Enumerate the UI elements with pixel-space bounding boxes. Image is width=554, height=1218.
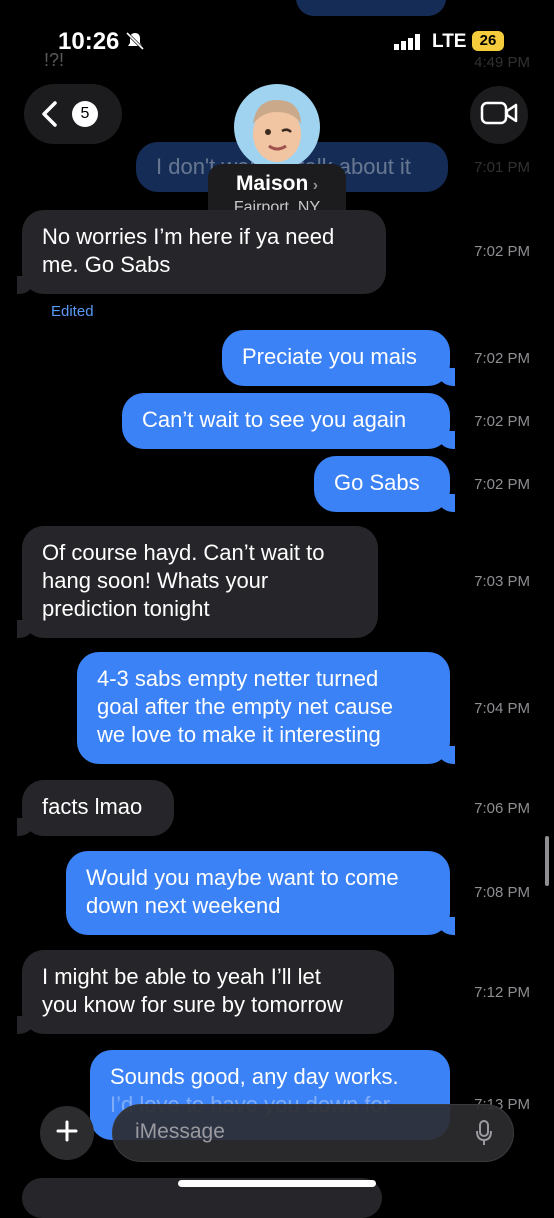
message-line: you know for sure by tomorrow [42,992,343,1017]
message-line: me. Go Sabs [42,252,171,277]
video-call-button[interactable] [470,86,528,144]
message-line: Preciate you mais [242,344,417,369]
contact-name: Maison › [208,172,346,196]
message-line: 4-3 sabs empty netter turned [97,666,379,691]
contact-name-label: Maison [235,172,309,195]
battery-level: 26 [479,32,497,49]
plus-icon [55,1119,79,1148]
message-line: goal after the empty net cause [97,694,393,719]
prior-message-time: 4:49 PM [474,54,530,71]
message-line: No worries I’m here if ya need [42,224,335,249]
unread-count-badge: 5 [72,101,98,127]
unread-count: 5 [80,105,90,122]
message-line: Would you maybe want to come [86,865,399,890]
message-bubble-incoming[interactable]: I might be able to yeah I’ll let you kno… [17,950,394,1034]
faded-outgoing-time: 7:01 PM [474,159,530,176]
message-line: I might be able to yeah I’ll let [42,964,321,989]
bell-slash-icon [124,30,146,57]
message-bubble-outgoing[interactable]: Would you maybe want to come down next w… [66,851,455,935]
message-bubble-incoming[interactable]: Of course hayd. Can’t wait to hang soon!… [17,526,378,638]
avatar[interactable] [234,84,320,170]
signal-icon [394,34,422,55]
chevron-left-icon [40,100,60,133]
message-line: hang soon! Whats your [42,568,269,593]
message-line: down next weekend [86,893,281,918]
message-line: we love to make it interesting [97,722,381,747]
home-indicator [178,1180,376,1187]
status-time: 10:26 [58,28,120,55]
message-line: Can’t wait to see you again [142,407,407,432]
message-bubble-outgoing[interactable]: Can’t wait to see you again [122,393,455,449]
message-time: 7:08 PM [474,884,530,901]
message-time: 7:02 PM [474,476,530,493]
message-bubble-outgoing[interactable]: 4-3 sabs empty netter turned goal after … [77,652,455,764]
message-line: Of course hayd. Can’t wait to [42,540,325,565]
message-input-placeholder: iMessage [135,1120,225,1143]
memoji-face-icon [253,100,301,162]
message-line: Go Sabs [334,470,420,495]
battery-indicator: 26 [472,31,504,51]
message-line: facts lmao [42,794,143,819]
prior-message-bubble [296,0,446,16]
chevron-right-icon: › [308,177,319,194]
microphone-icon[interactable] [475,1119,493,1152]
message-bubble-incoming[interactable]: No worries I’m here if ya need me. Go Sa… [17,210,386,294]
message-time: 7:02 PM [474,413,530,430]
message-time: 7:02 PM [474,350,530,367]
message-line: Sounds good, any day works. [110,1064,399,1089]
back-button[interactable]: 5 [24,84,122,144]
message-time: 7:12 PM [474,984,530,1001]
message-time: 7:02 PM [474,243,530,260]
message-time: 7:06 PM [474,800,530,817]
scrollbar[interactable] [545,836,549,886]
network-label: LTE [432,31,467,52]
add-attachment-button[interactable] [40,1106,94,1160]
message-input[interactable]: iMessage [112,1104,514,1162]
video-camera-icon [480,101,518,130]
message-bubble-outgoing[interactable]: Preciate you mais [222,330,455,386]
message-line: prediction tonight [42,596,210,621]
message-time: 7:03 PM [474,573,530,590]
edited-label[interactable]: Edited [51,303,94,320]
message-bubble-incoming[interactable]: facts lmao [17,780,174,836]
message-time: 7:04 PM [474,700,530,717]
message-bubble-outgoing[interactable]: Go Sabs [314,456,455,512]
